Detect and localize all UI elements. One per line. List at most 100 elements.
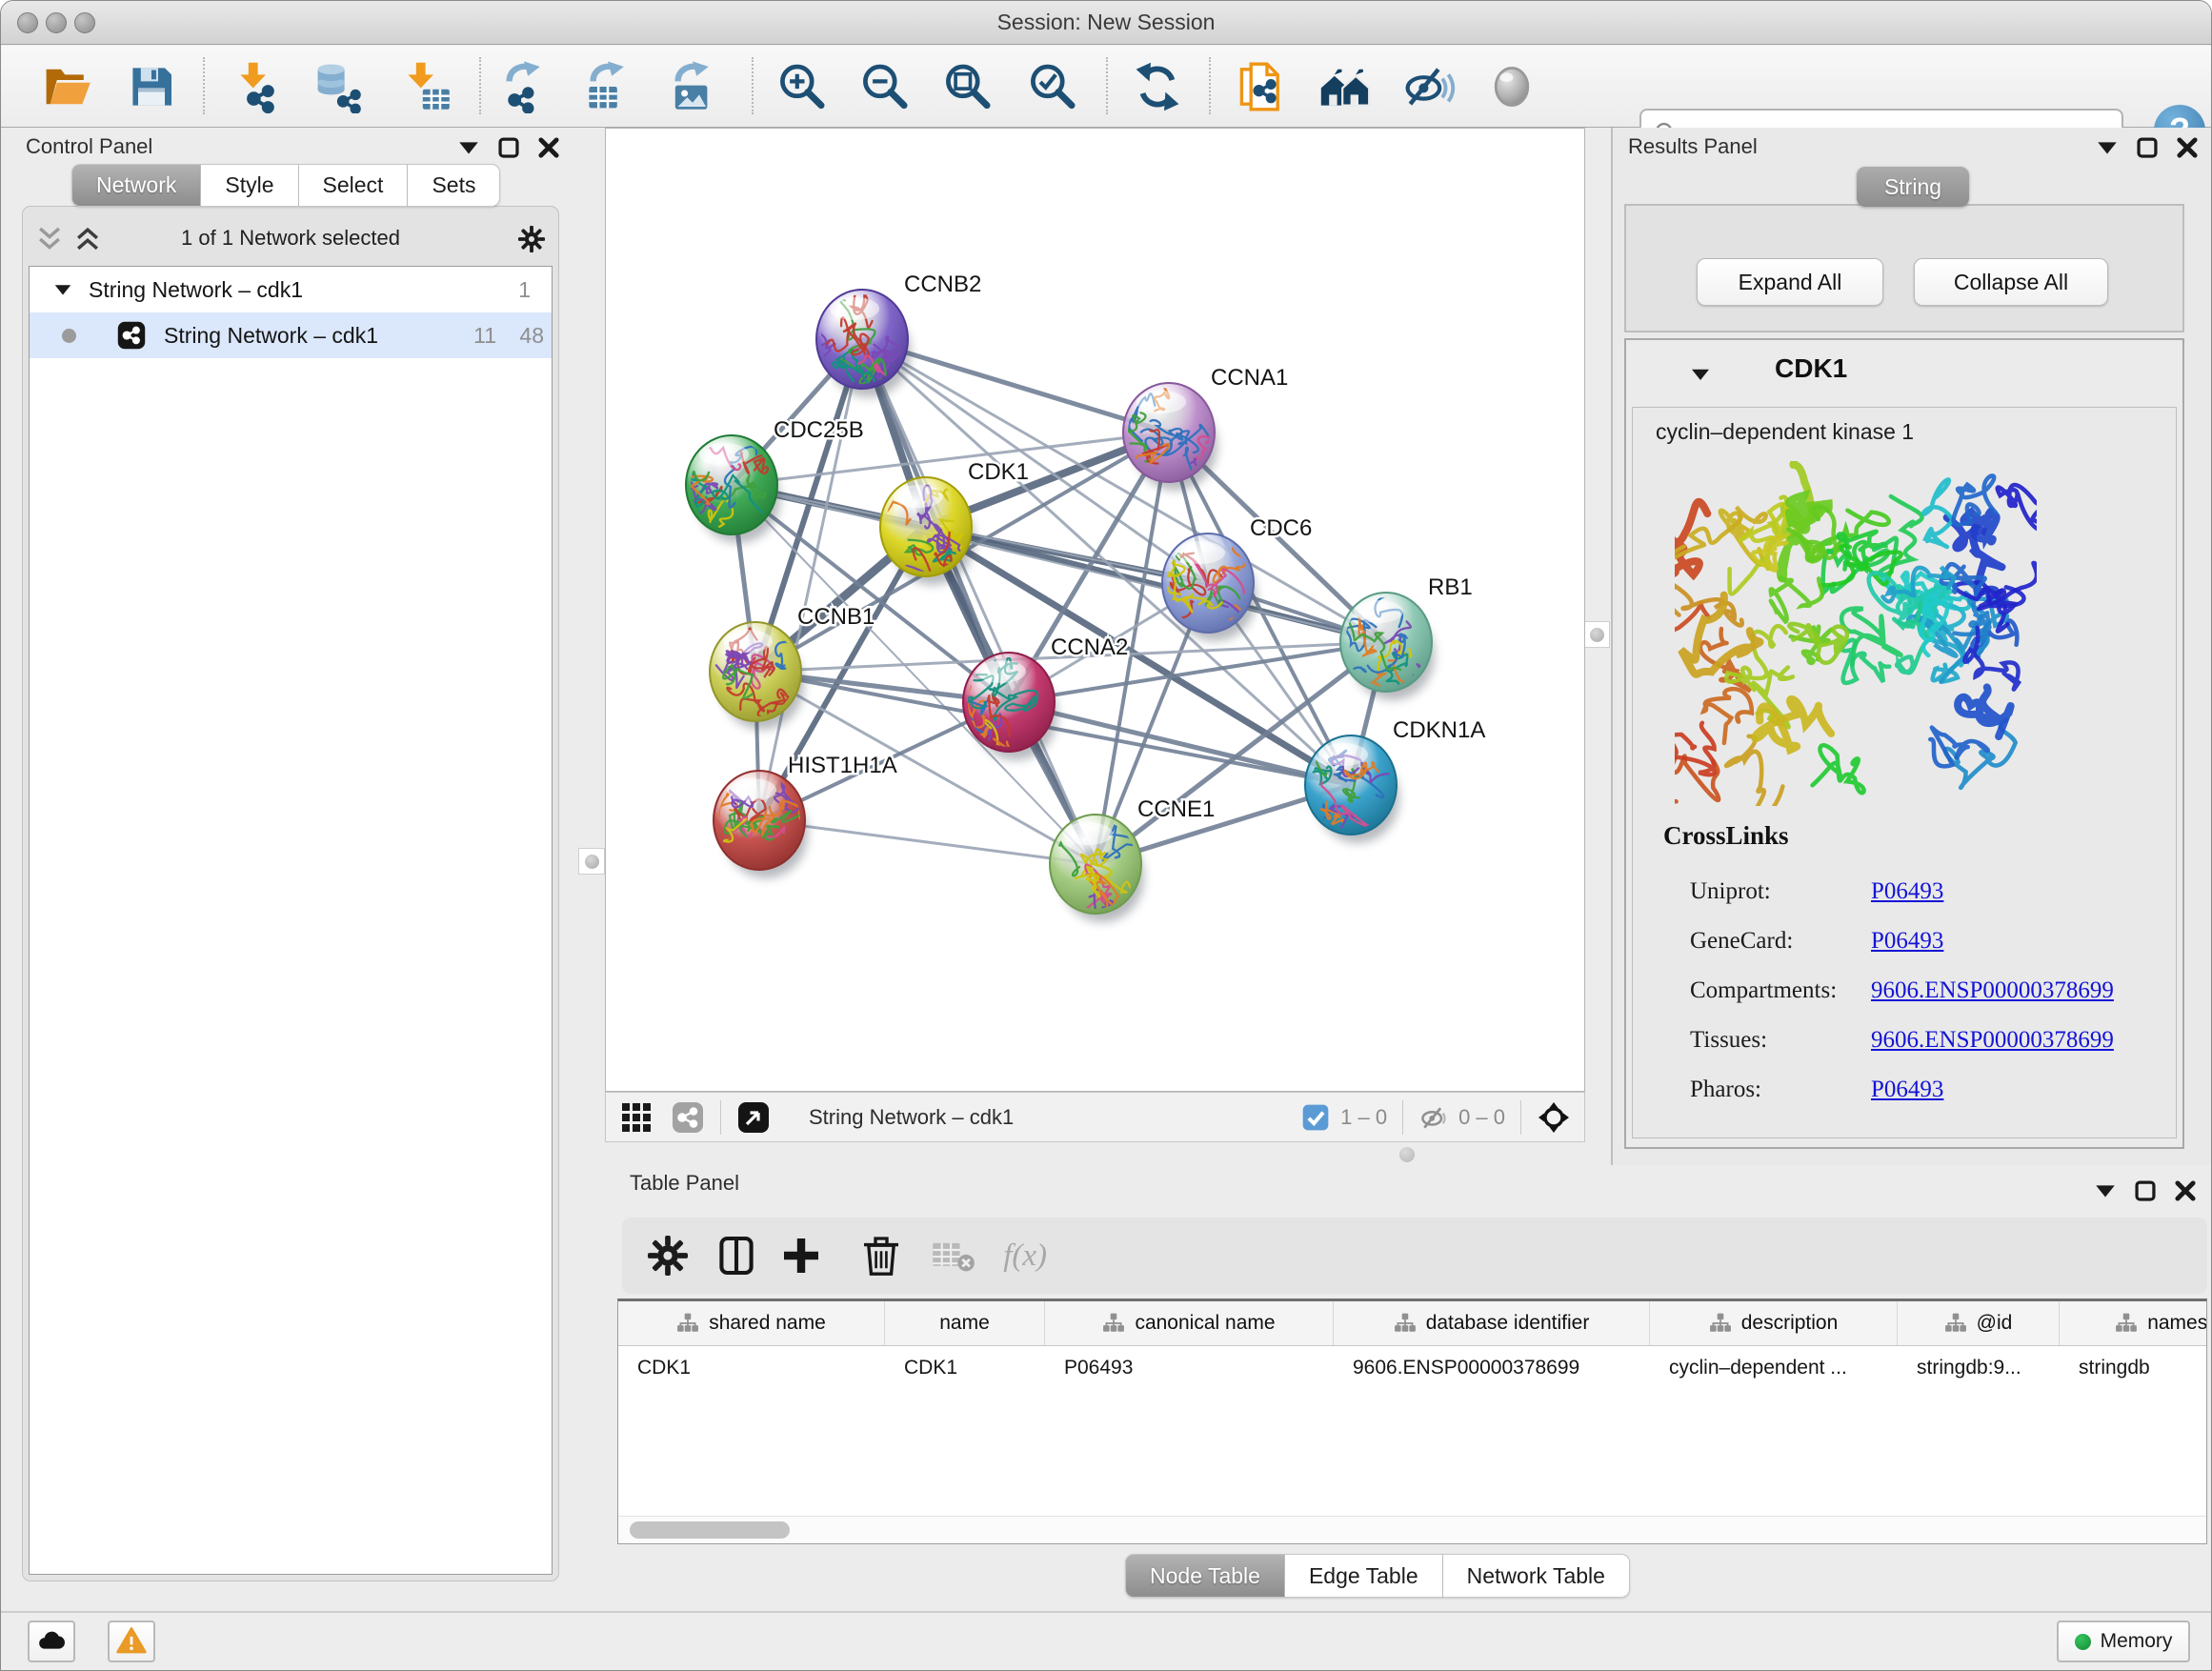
collapse-all-button[interactable]: Collapse All [1914,258,2108,306]
toolbar-separator [1106,57,1108,114]
export-image-button[interactable] [666,60,719,113]
table-cell[interactable]: CDK1 [885,1346,1045,1390]
import-network-from-file-button[interactable] [232,60,286,113]
network-options-gear-icon[interactable] [516,224,547,254]
column-header-canonical-name[interactable]: canonical name [1045,1301,1334,1345]
collapse-branch-icon[interactable] [52,279,73,300]
table-cell[interactable]: 9606.ENSP00000378699 [1334,1346,1650,1390]
fit-selection-icon[interactable] [1537,1100,1571,1135]
table-tabs: Node TableEdge TableNetwork Table [1125,1554,1630,1598]
table-cell[interactable]: CDK1 [618,1346,885,1390]
close-panel-icon[interactable] [536,135,561,160]
column-header-description[interactable]: description [1650,1301,1898,1345]
panel-menu-icon[interactable] [456,135,481,160]
network-node-CCNE1[interactable]: CCNE1 [1012,796,1216,945]
memory-button[interactable]: Memory [2057,1621,2190,1662]
tab-node-table[interactable]: Node Table [1125,1554,1285,1598]
network-row[interactable]: String Network – cdk1 11 48 [30,312,552,358]
horizontal-splitter-handle[interactable] [1399,1147,1415,1162]
right-splitter-handle[interactable] [1583,621,1610,648]
table-cell[interactable]: stringdb:9... [1898,1346,2060,1390]
birds-eye-view-icon[interactable] [736,1100,771,1135]
tab-network-table[interactable]: Network Table [1443,1554,1630,1598]
panel-menu-icon[interactable] [2095,135,2120,160]
float-panel-icon[interactable] [2133,1178,2158,1203]
column-header-namespace[interactable]: namespace [2060,1301,2207,1345]
open-session-button[interactable] [41,60,94,113]
crosslink-uniprot-link[interactable]: P06493 [1871,878,1943,905]
network-node-CDC25B[interactable]: CDC25B [674,417,864,543]
network-collection-row[interactable]: String Network – cdk1 1 [30,267,552,312]
float-panel-icon[interactable] [496,135,521,160]
svg-text:f(x): f(x) [1003,1238,1047,1273]
hide-selected-button[interactable] [1402,60,1456,113]
grid-view-icon[interactable] [619,1100,654,1135]
network-node-CCNA1[interactable]: CCNA1 [1102,359,1289,502]
left-splitter-handle[interactable] [578,848,605,875]
table-cell[interactable]: cyclin–dependent ... [1650,1346,1898,1390]
selection-checkbox-icon[interactable] [1300,1102,1331,1133]
houses-icon [1318,60,1372,113]
create-column-button[interactable] [778,1233,824,1278]
table-horizontal-scrollbar[interactable] [618,1516,2206,1543]
panel-menu-icon[interactable] [2093,1178,2118,1203]
exporttable-icon [581,60,634,113]
expand-all-button[interactable]: Expand All [1697,258,1883,306]
column-header-database-identifier[interactable]: database identifier [1334,1301,1650,1345]
zoom-fit-button[interactable] [940,60,994,113]
network-view-toolbar: String Network – cdk1 1 – 0 0 – 0 [605,1092,1585,1142]
sphere-icon [1485,60,1538,113]
tab-edge-table[interactable]: Edge Table [1285,1554,1443,1598]
save-session-button[interactable] [125,60,178,113]
network-node-RB1[interactable]: RB1 [1317,574,1473,706]
tab-network[interactable]: Network [71,164,201,207]
close-panel-icon[interactable] [2173,1178,2198,1203]
collapse-gene-icon[interactable] [1689,363,1712,386]
tab-string[interactable]: String [1857,167,1969,207]
column-header-shared-name[interactable]: shared name [618,1301,885,1345]
string-home-button[interactable] [1318,60,1372,113]
tab-select[interactable]: Select [299,164,409,207]
crosslink-row: Pharos:P06493 [1690,1077,2166,1115]
crosslink-genecard-link[interactable]: P06493 [1871,928,1943,955]
table-cell[interactable]: P06493 [1045,1346,1334,1390]
import-network-from-database-button[interactable] [312,60,366,113]
network-view-icon[interactable] [671,1100,705,1135]
window-title: Session: New Session [1,10,2211,35]
network-node-HIST1H1A[interactable]: HIST1H1A [698,753,897,878]
export-table-button[interactable] [581,60,634,113]
float-panel-icon[interactable] [2135,135,2160,160]
show-all-button[interactable] [1485,60,1538,113]
network-tree: String Network – cdk1 1 String Network –… [29,266,553,1575]
crosslink-tissues-link[interactable]: 9606.ENSP00000378699 [1871,1027,2114,1054]
tab-style[interactable]: Style [201,164,298,207]
delete-columns-button[interactable] [858,1233,904,1278]
table-row[interactable]: CDK1CDK1P064939606.ENSP00000378699cyclin… [618,1346,2207,1390]
column-header--id[interactable]: @id [1898,1301,2060,1345]
column-header-name[interactable]: name [885,1301,1045,1345]
table-cell[interactable]: stringdb [2060,1346,2207,1390]
toolbar-separator [203,57,205,114]
warnings-button[interactable] [108,1621,155,1662]
import-table-from-file-button[interactable] [400,60,453,113]
cloud-button[interactable] [28,1621,75,1662]
export-network-button[interactable] [497,60,551,113]
tab-sets[interactable]: Sets [408,164,500,207]
selected-counts: 1 – 0 [1340,1105,1387,1130]
apply-layout-button[interactable] [1131,60,1184,113]
crosslink-label: Compartments: [1690,977,1837,1003]
crosslink-compartments-link[interactable]: 9606.ENSP00000378699 [1871,977,2114,1004]
collection-label: String Network – cdk1 [89,277,303,303]
scrollbar-thumb[interactable] [630,1521,790,1539]
close-panel-icon[interactable] [2175,135,2200,160]
show-columns-button[interactable] [714,1233,759,1278]
zoom-selected-button[interactable] [1025,60,1078,113]
network-canvas[interactable]: CCNB2CCNA1CDC25BCDK1CDC6RB1CCNB1CCNA2CDK… [605,128,1585,1092]
zoom-in-button[interactable] [774,60,828,113]
network-node-CCNB2[interactable]: CCNB2 [814,272,982,413]
zoom-out-button[interactable] [857,60,911,113]
table-options-button[interactable] [645,1233,691,1278]
collection-count: 1 [518,277,531,303]
crosslink-pharos-link[interactable]: P06493 [1871,1077,1943,1103]
string-import-button[interactable] [1234,60,1287,113]
